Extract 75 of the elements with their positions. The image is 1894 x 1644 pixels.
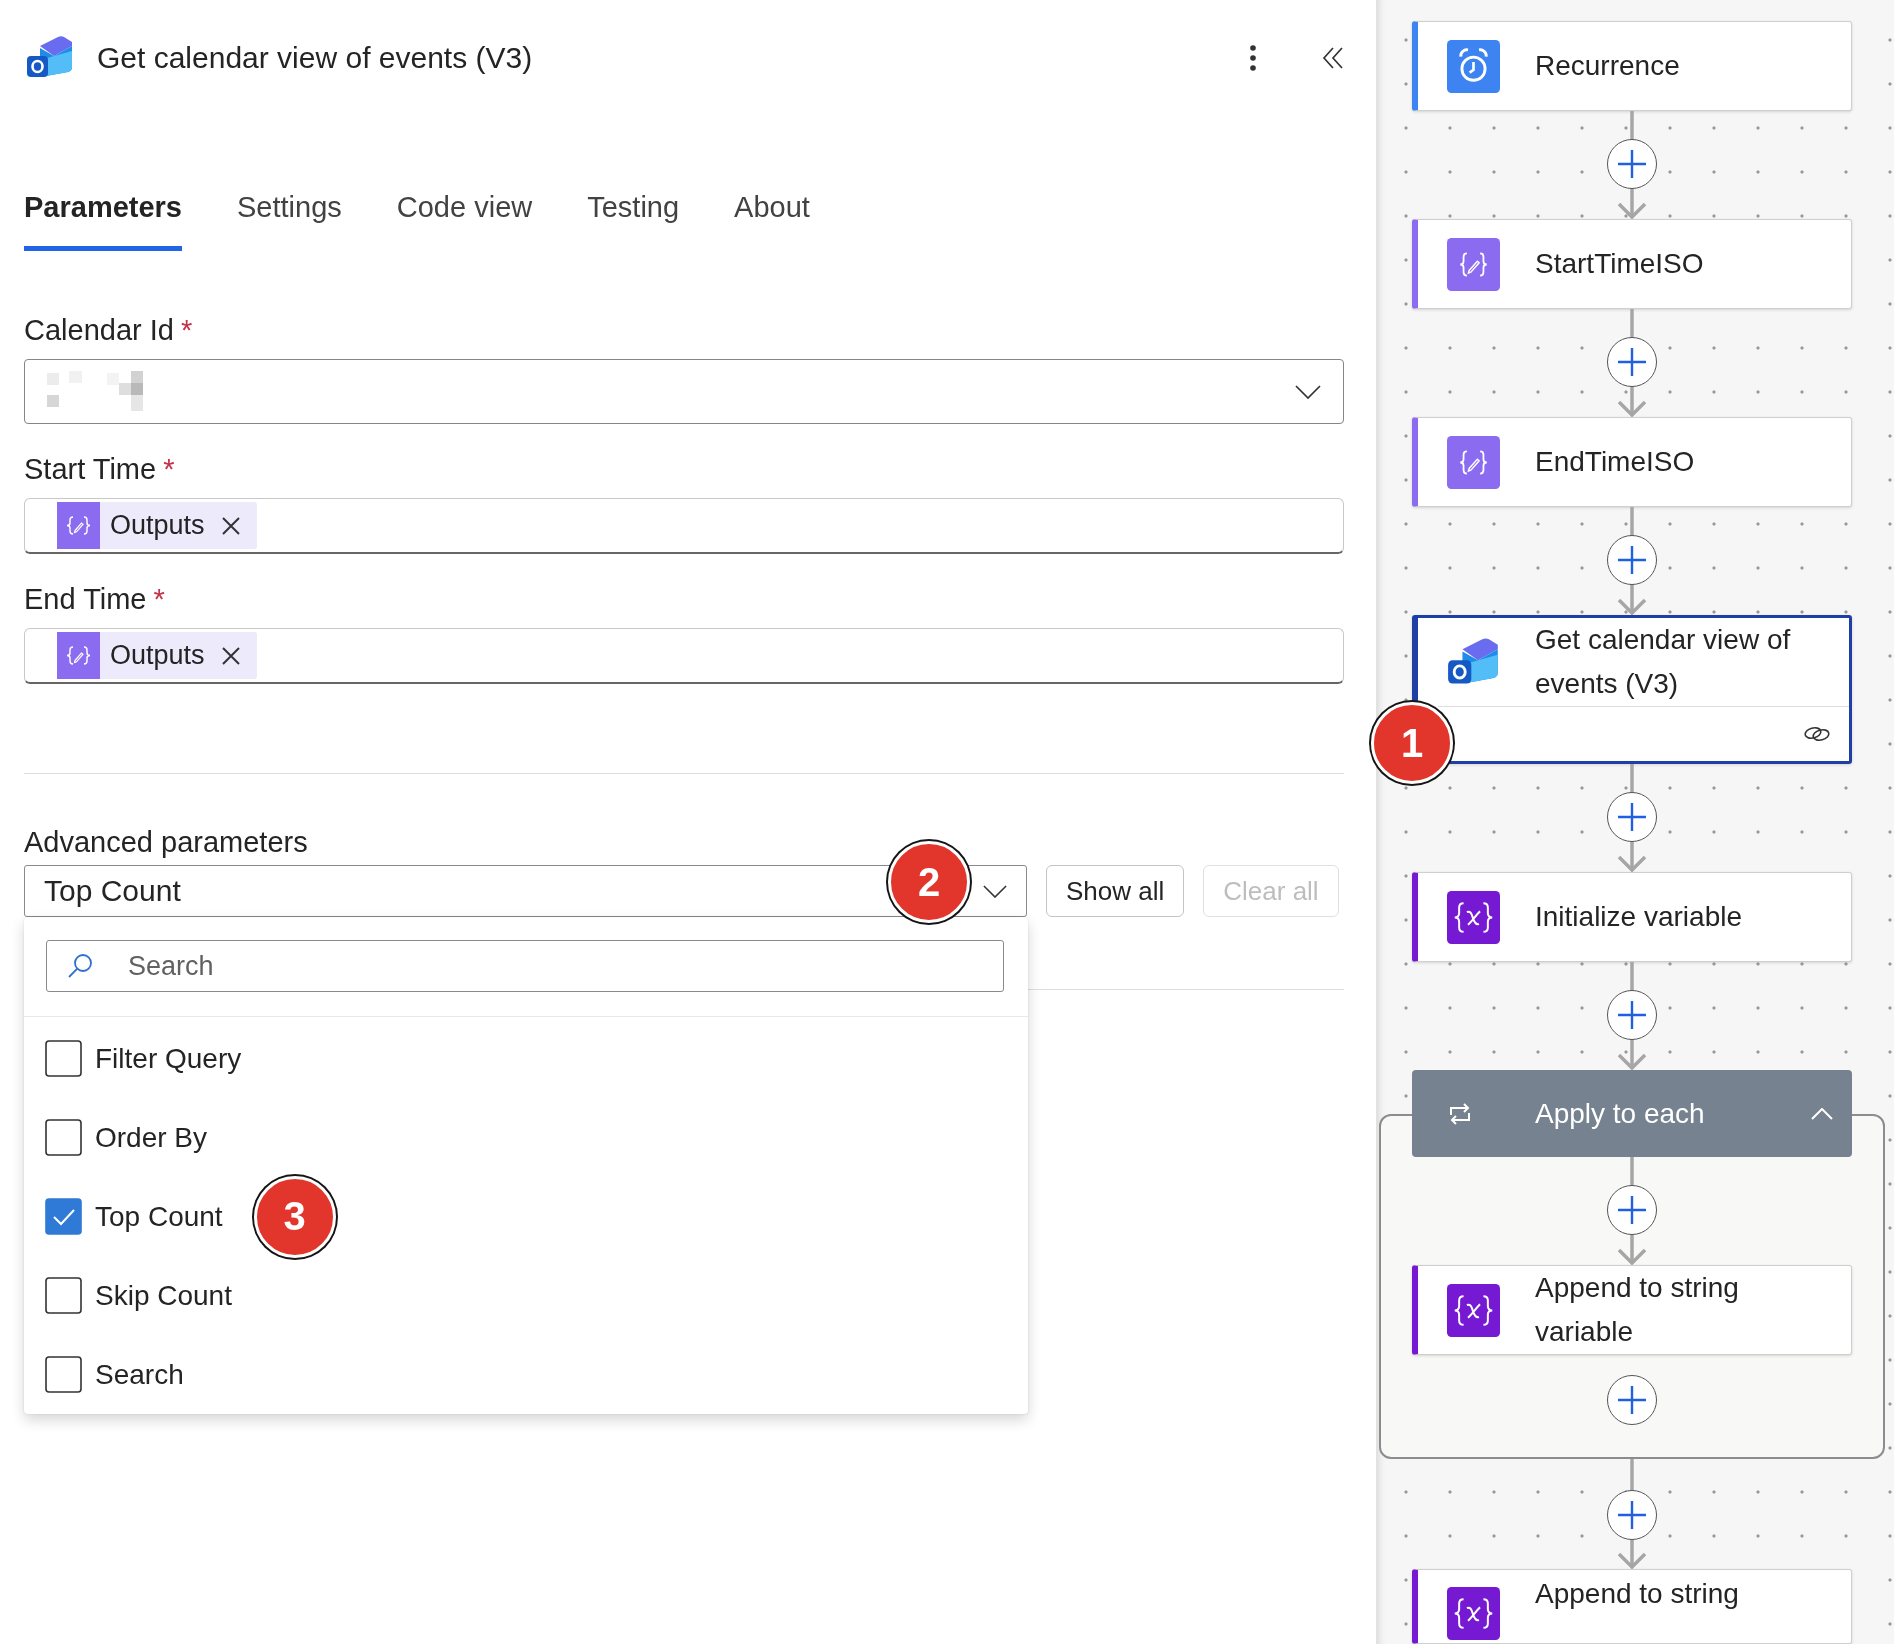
- remove-token-button[interactable]: [221, 646, 240, 665]
- action-card[interactable]: StartTimeISO: [1412, 219, 1852, 309]
- tab[interactable]: Code view: [396, 189, 533, 251]
- add-step-button[interactable]: [1607, 792, 1657, 842]
- token-label: Outputs: [110, 510, 205, 541]
- tab[interactable]: Parameters: [24, 189, 182, 251]
- braces-pencil-icon: [57, 502, 100, 549]
- panel-title: Get calendar view of events (V3): [97, 41, 534, 75]
- token-input-field[interactable]: Outputs: [24, 628, 1344, 684]
- close-icon: [221, 516, 240, 535]
- braces-x-icon: [1447, 890, 1500, 944]
- plus-icon: [1617, 545, 1647, 575]
- loop-arrows-icon: [1447, 1102, 1473, 1125]
- plus-icon: [1617, 149, 1647, 179]
- action-card[interactable]: Append to string variable: [1412, 1265, 1852, 1355]
- section-label: Advanced parameters: [24, 826, 308, 858]
- plus-icon: [1617, 1385, 1647, 1415]
- option-item[interactable]: Skip Count: [45, 1277, 232, 1314]
- remove-token-button[interactable]: [221, 516, 240, 535]
- action-button[interactable]: Show all: [1046, 865, 1185, 917]
- option-item[interactable]: Filter Query: [45, 1040, 242, 1077]
- braces-pencil-icon: [1447, 435, 1500, 489]
- add-step-button[interactable]: [1607, 1490, 1657, 1540]
- add-step-button[interactable]: [1607, 337, 1657, 387]
- token-input-field[interactable]: Outputs: [24, 498, 1344, 554]
- action-card[interactable]: Recurrence: [1412, 21, 1852, 111]
- action-card[interactable]: Initialize variable: [1412, 872, 1852, 962]
- callout-badge: 3: [253, 1175, 336, 1258]
- checkbox[interactable]: [45, 1198, 82, 1235]
- tab[interactable]: Testing: [587, 189, 680, 251]
- plus-icon: [1617, 347, 1647, 377]
- close-icon: [221, 646, 240, 665]
- field-label: Calendar Id: [24, 313, 174, 348]
- alarm-clock-icon: [1447, 39, 1500, 93]
- action-card[interactable]: Append to string: [1412, 1569, 1852, 1644]
- plus-icon: [1617, 1195, 1647, 1225]
- braces-x-icon: [1447, 1587, 1500, 1640]
- search-icon: [67, 953, 93, 979]
- chevron-down-icon: [983, 884, 1007, 898]
- search-field[interactable]: Search: [46, 940, 1004, 992]
- field-label: Start Time: [24, 452, 157, 487]
- field-label: End Time: [24, 582, 147, 617]
- plus-icon: [1617, 1000, 1647, 1030]
- required-asterisk: *: [153, 582, 165, 617]
- checkbox[interactable]: [45, 1119, 82, 1156]
- add-step-button[interactable]: [1607, 1185, 1657, 1235]
- add-step-button[interactable]: [1607, 1375, 1657, 1425]
- option-item[interactable]: Top Count: [45, 1198, 223, 1235]
- option-item[interactable]: Search: [45, 1356, 184, 1393]
- plus-icon: [1617, 802, 1647, 832]
- double-chevron-left-icon: [1321, 46, 1345, 70]
- checkbox[interactable]: [45, 1356, 82, 1393]
- tab[interactable]: About: [734, 189, 810, 251]
- braces-pencil-icon: [57, 632, 100, 679]
- callout-badge: 1: [1371, 702, 1453, 784]
- dropdown-field[interactable]: [24, 359, 1344, 424]
- required-asterisk: *: [180, 313, 193, 348]
- tab[interactable]: Settings: [237, 189, 342, 251]
- option-item[interactable]: Order By: [45, 1119, 208, 1156]
- add-step-button[interactable]: [1607, 139, 1657, 189]
- checkbox[interactable]: [45, 1040, 82, 1077]
- checkbox[interactable]: [45, 1277, 82, 1314]
- chevron-up-icon: [1811, 1107, 1833, 1120]
- add-step-button[interactable]: [1607, 990, 1657, 1040]
- callout-badge: 2: [888, 841, 970, 923]
- required-asterisk: *: [163, 452, 175, 487]
- loop-header[interactable]: Apply to each: [1412, 1070, 1852, 1157]
- token-label: Outputs: [110, 640, 205, 671]
- plus-icon: [1617, 1500, 1647, 1530]
- more-icon: [1249, 44, 1257, 72]
- braces-pencil-icon: [1447, 237, 1500, 291]
- chevron-down-icon: [1295, 384, 1321, 399]
- braces-x-icon: [1447, 1283, 1500, 1337]
- action-card[interactable]: EndTimeISO: [1412, 417, 1852, 507]
- add-step-button[interactable]: [1607, 535, 1657, 585]
